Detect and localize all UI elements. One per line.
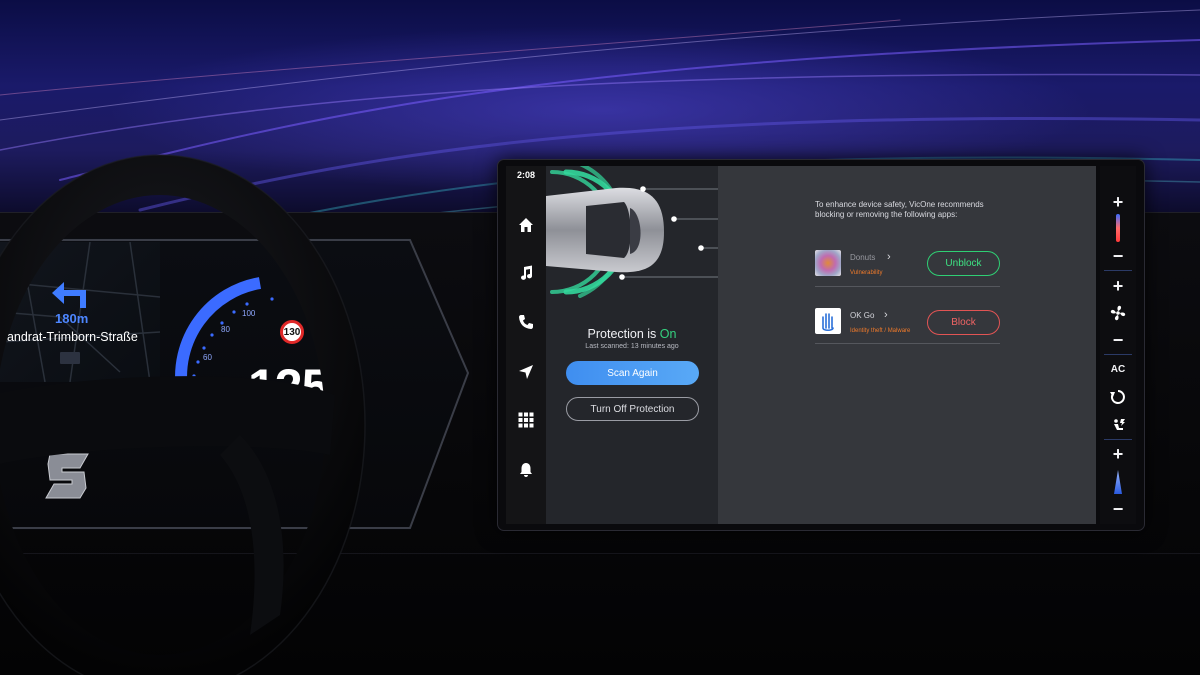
fan-icon [1102,304,1134,327]
row-divider [815,286,1000,287]
home-icon[interactable] [516,215,536,235]
seat-heat-icon[interactable] [1102,418,1134,439]
chevron-right-icon[interactable]: › [884,309,888,321]
dashboard-trim [0,553,1200,554]
last-scanned-text: Last scanned: 13 minutes ago [585,343,679,350]
temperature-icon [1102,214,1134,247]
bell-icon[interactable] [516,460,536,480]
climate-separator [1104,270,1132,271]
apps-grid-icon[interactable] [516,410,536,430]
turn-left-arrow-icon [52,282,86,308]
hand-icon [822,313,834,332]
protection-title-prefix: Protection is [587,327,660,341]
ok-go-app-icon [815,308,841,334]
recommendation-text: To enhance device safety, VicOne recomme… [815,200,984,219]
temp-up-button[interactable]: + [1102,193,1134,211]
music-icon[interactable] [516,263,536,283]
phone-icon[interactable] [516,312,536,332]
ac-button[interactable]: AC [1102,364,1134,375]
speed-unit: km/h [272,414,308,431]
nav-distance: 180m [55,311,89,326]
fan-up-button[interactable]: + [1102,277,1134,295]
climate-separator [1104,439,1132,440]
app-name-ok-go[interactable]: OK Go [850,311,874,320]
app-risk-donuts: Vulnerability [850,270,883,276]
airflow-down-button[interactable]: − [1102,500,1134,518]
airflow-icon [1102,470,1134,499]
row-divider [815,343,1000,344]
speed-limit-sign: 130 [280,320,304,344]
app-risk-ok-go: Identity theft / Malware [850,328,911,334]
nav-street-name: Landrat-Trimborn-Straße [0,330,138,344]
climate-separator [1104,354,1132,355]
gauge-tick-80: 80 [221,325,230,334]
gauge-tick-40: 40 [198,385,207,394]
turn-off-protection-button[interactable]: Turn Off Protection [566,397,699,421]
car-shield-illustration [546,166,718,298]
app-name-donuts[interactable]: Donuts [850,253,875,262]
protection-status-on: On [659,327,677,341]
gauge-tick-60: 60 [203,353,212,362]
block-button[interactable]: Block [927,310,1000,335]
recirculation-icon[interactable] [1102,389,1134,410]
gauge-tick-100: 100 [242,309,256,318]
navigation-icon[interactable] [516,362,536,382]
brand-logo-icon [45,453,89,499]
clock: 2:08 [516,170,535,180]
current-speed: 125 [248,359,329,415]
fan-down-button[interactable]: − [1102,331,1134,349]
donuts-app-icon [815,250,841,276]
scan-again-button[interactable]: Scan Again [566,361,699,385]
chevron-right-icon[interactable]: › [887,251,891,263]
airflow-up-button[interactable]: + [1102,445,1134,463]
protection-status-title: Protection is On [546,327,718,341]
unblock-button[interactable]: Unblock [927,251,1000,276]
temp-down-button[interactable]: − [1102,247,1134,265]
